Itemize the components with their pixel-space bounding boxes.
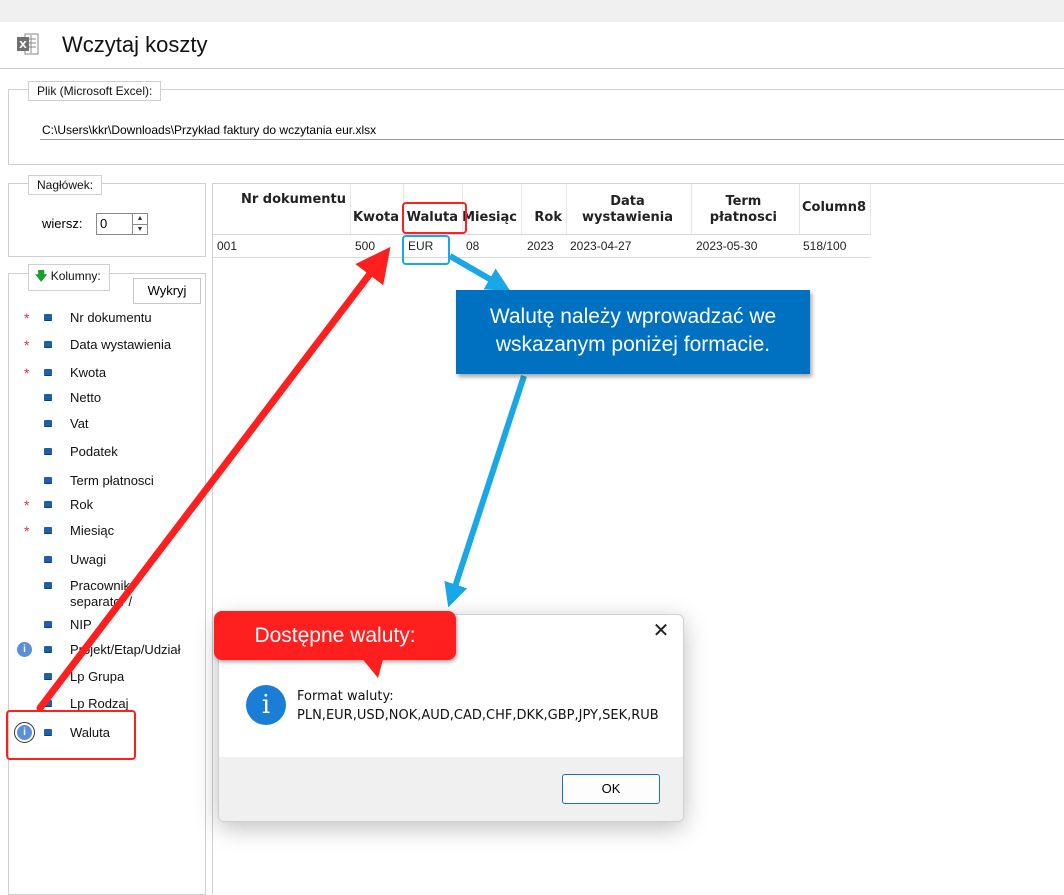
info-icon: i [246,685,286,725]
ok-button[interactable]: OK [562,774,660,804]
cyan-arrow-to-callout [448,253,511,292]
callout-text: Walutę należy wprowadzać we wskazanym po… [489,305,777,356]
dialog-message-body: PLN,EUR,USD,NOK,AUD,CAD,CHF,DKK,GBP,JPY,… [297,708,659,723]
close-icon[interactable]: ✕ [651,621,671,641]
callout-tail [360,656,384,678]
dialog-message: Format waluty: PLN,EUR,USD,NOK,AUD,CAD,C… [297,687,659,725]
available-currencies-callout: Dostępne waluty: [214,611,456,660]
cyan-arrow-to-dialog [444,375,527,608]
currency-format-callout: Walutę należy wprowadzać we wskazanym po… [456,290,810,374]
dialog-message-title: Format waluty: [297,689,394,704]
